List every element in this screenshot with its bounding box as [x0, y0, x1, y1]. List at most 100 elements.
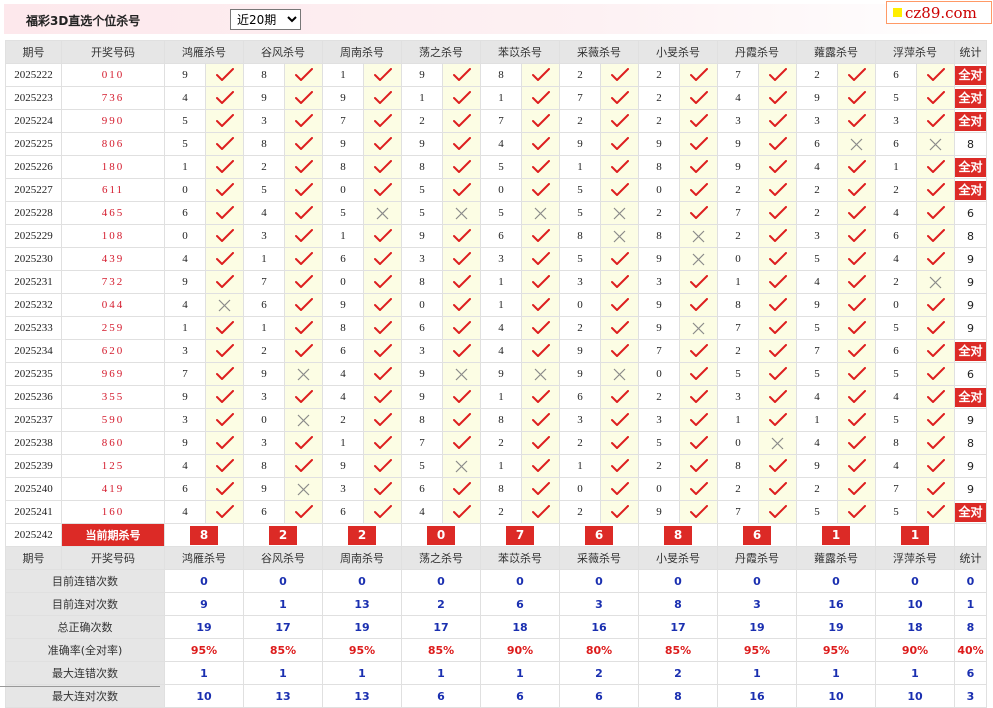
current-kill-cell: 1	[875, 523, 955, 547]
check-icon	[284, 247, 323, 271]
table-row: 2025223 736 4 9 9 1 1 7 2 4 9 5 全对	[5, 86, 987, 110]
check-icon	[600, 431, 639, 455]
kill-number-cell: 1	[480, 454, 522, 478]
kill-number-cell: 5	[559, 201, 601, 225]
kill-number-cell: 8	[638, 155, 680, 179]
kill-number-cell: 9	[243, 362, 285, 386]
kill-number-cell: 5	[401, 178, 443, 202]
kill-number-cell: 8	[480, 63, 522, 87]
check-icon	[916, 477, 955, 501]
cross-icon	[521, 362, 560, 386]
check-icon	[521, 132, 560, 156]
column-header: 浮萍杀号	[875, 40, 955, 64]
stat-cell: 8	[954, 224, 987, 248]
check-icon	[679, 339, 718, 363]
kill-number-cell: 7	[243, 270, 285, 294]
check-icon	[600, 63, 639, 87]
kill-number-cell: 0	[717, 431, 759, 455]
check-icon	[837, 431, 876, 455]
kill-number-cell: 1	[480, 385, 522, 409]
check-icon	[521, 454, 560, 478]
column-header: 统计	[954, 40, 987, 64]
kill-number-cell: 7	[480, 109, 522, 133]
check-icon	[442, 408, 481, 432]
kill-number-cell: 5	[638, 431, 680, 455]
column-header: 采薇杀号	[559, 40, 639, 64]
table-row: 2025230 439 4 1 6 3 3 5 9 0 5 4 9	[5, 247, 987, 271]
check-icon	[442, 316, 481, 340]
summary-value: 8	[638, 592, 718, 616]
stat-value: 6	[967, 367, 974, 381]
check-icon	[679, 385, 718, 409]
check-icon	[916, 362, 955, 386]
check-icon	[758, 109, 797, 133]
check-icon	[205, 109, 244, 133]
draw-number-cell: 732	[61, 270, 165, 294]
cross-icon	[758, 431, 797, 455]
kill-number-cell: 2	[717, 477, 759, 501]
kill-number-cell: 2	[638, 201, 680, 225]
all-correct-badge: 全对	[955, 387, 986, 407]
kill-number-cell: 9	[796, 293, 838, 317]
stat-value: 8	[967, 436, 974, 450]
check-icon	[916, 155, 955, 179]
stat-cell: 8	[954, 132, 987, 156]
site-logo[interactable]: cz89.com	[886, 1, 992, 24]
check-icon	[758, 293, 797, 317]
kill-number-cell: 6	[559, 385, 601, 409]
check-icon	[600, 477, 639, 501]
check-icon	[284, 339, 323, 363]
check-icon	[758, 454, 797, 478]
check-icon	[521, 63, 560, 87]
check-icon	[758, 132, 797, 156]
check-icon	[521, 385, 560, 409]
draw-number-cell: 044	[61, 293, 165, 317]
check-icon	[521, 408, 560, 432]
kill-number-cell: 9	[638, 500, 680, 524]
column-header: 蕹露杀号	[796, 546, 876, 570]
period-select[interactable]: 近20期	[230, 9, 301, 30]
kill-number-cell: 9	[559, 339, 601, 363]
draw-number-cell: 611	[61, 178, 165, 202]
check-icon	[758, 224, 797, 248]
check-icon	[363, 500, 402, 524]
cross-icon	[916, 270, 955, 294]
check-icon	[758, 339, 797, 363]
column-header: 浮萍杀号	[875, 546, 955, 570]
cross-icon	[679, 247, 718, 271]
summary-value: 3	[717, 592, 797, 616]
summary-value: 80%	[559, 638, 639, 662]
kill-number-cell: 3	[875, 109, 917, 133]
check-icon	[363, 477, 402, 501]
check-icon	[205, 224, 244, 248]
check-icon	[442, 385, 481, 409]
draw-number-cell: 806	[61, 132, 165, 156]
stat-cell: 9	[954, 247, 987, 271]
column-header: 荡之杀号	[401, 546, 481, 570]
kill-number-cell: 6	[322, 247, 364, 271]
kill-number-cell: 5	[243, 178, 285, 202]
kill-number-cell: 8	[401, 270, 443, 294]
summary-value: 2	[401, 592, 481, 616]
table-row: 2025228 465 6 4 5 5 5 5 2 7 2 4 6	[5, 201, 987, 225]
check-icon	[284, 316, 323, 340]
kill-number-cell: 2	[717, 178, 759, 202]
summary-value: 1	[875, 661, 955, 685]
kill-number-cell: 6	[322, 500, 364, 524]
draw-number-cell: 125	[61, 454, 165, 478]
summary-row: 总正确次数 19 17 19 17 18 16 17 19 19 18 8	[5, 615, 987, 639]
check-icon	[916, 293, 955, 317]
current-kill-badge: 1	[901, 525, 929, 545]
table-row: 2025236 355 9 3 4 9 1 6 2 3 4 4 全对	[5, 385, 987, 409]
kill-number-cell: 5	[717, 362, 759, 386]
check-icon	[758, 178, 797, 202]
summary-label: 总正确次数	[5, 615, 165, 639]
current-kill-cell: 7	[480, 523, 560, 547]
check-icon	[442, 224, 481, 248]
kill-number-cell: 2	[559, 109, 601, 133]
cross-icon	[521, 201, 560, 225]
check-icon	[521, 431, 560, 455]
check-icon	[363, 293, 402, 317]
stat-value: 9	[967, 482, 974, 496]
kill-number-cell: 2	[401, 109, 443, 133]
